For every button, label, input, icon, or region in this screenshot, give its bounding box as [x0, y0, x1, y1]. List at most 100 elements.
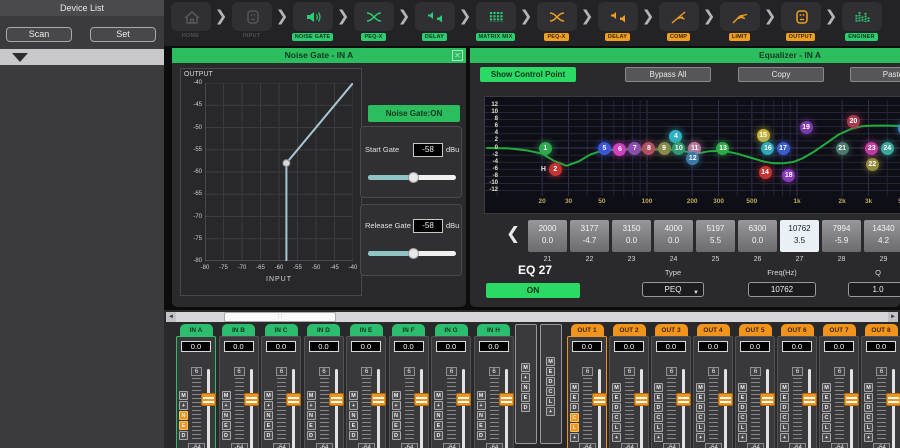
eq-control-point-17[interactable]: 17	[777, 142, 790, 155]
module-button-m[interactable]: M	[264, 391, 273, 400]
eq-control-point-16[interactable]: 16	[761, 142, 774, 155]
module-button-d[interactable]: D	[738, 403, 747, 412]
module-button-n[interactable]: N	[477, 411, 486, 420]
eq-control-point-7[interactable]: 7	[628, 142, 641, 155]
module-button-m[interactable]: M	[477, 391, 486, 400]
fader-handle[interactable]	[844, 393, 859, 406]
eq-control-point-13[interactable]: 13	[716, 142, 729, 155]
fader-track[interactable]	[640, 369, 643, 448]
nav-item-peq-x[interactable]: PEQ-X	[536, 2, 577, 41]
eq-control-point-19[interactable]: 19	[800, 121, 813, 134]
eq-type-dropdown[interactable]: PEQ ▼	[642, 282, 704, 297]
fader-handle[interactable]	[456, 393, 471, 406]
fader-handle[interactable]	[676, 393, 691, 406]
module-button-d[interactable]: D	[570, 403, 579, 412]
channel-gain-field[interactable]: 0.0	[740, 341, 770, 352]
start-gate-slider-knob[interactable]	[408, 172, 419, 183]
fader-handle[interactable]	[244, 393, 259, 406]
module-button-l[interactable]: L	[780, 423, 789, 432]
module-button-+[interactable]: +	[822, 433, 831, 442]
module-button-n[interactable]: N	[222, 411, 231, 420]
channel-tab[interactable]: IN H	[477, 324, 510, 336]
channel-gain-field[interactable]: 0.0	[479, 341, 509, 352]
eq-control-point-24[interactable]: 24	[881, 142, 894, 155]
module-button-e[interactable]: E	[654, 393, 663, 402]
module-button-+[interactable]: +	[307, 401, 316, 410]
module-button-e[interactable]: E	[392, 421, 401, 430]
module-button-m[interactable]: M	[307, 391, 316, 400]
module-button-d[interactable]: D	[477, 431, 486, 440]
module-button-l[interactable]: L	[654, 423, 663, 432]
band-cell-22[interactable]: 3177-4.7	[570, 220, 609, 252]
module-button-e[interactable]: E	[780, 393, 789, 402]
eq-toolbar-bypass-all[interactable]: Bypass All	[625, 67, 711, 82]
module-button-m[interactable]: M	[521, 363, 530, 372]
channel-gain-field[interactable]: 0.0	[309, 341, 339, 352]
module-button-d[interactable]: D	[392, 431, 401, 440]
channel-tab[interactable]: IN C	[265, 324, 298, 336]
module-button-+[interactable]: +	[864, 433, 873, 442]
band-cell-28[interactable]: 7994-5.9	[822, 220, 861, 252]
module-button-d[interactable]: D	[222, 431, 231, 440]
module-button-c[interactable]: C	[612, 413, 621, 422]
fader-handle[interactable]	[414, 393, 429, 406]
eq-control-point-15[interactable]: 15	[757, 129, 770, 142]
module-button-e[interactable]: E	[349, 421, 358, 430]
module-button-n[interactable]: N	[349, 411, 358, 420]
module-button-n[interactable]: N	[179, 411, 188, 420]
module-button-+[interactable]: +	[546, 407, 555, 416]
module-button-+[interactable]: +	[570, 433, 579, 442]
fader-track[interactable]	[682, 369, 685, 448]
fader-handle[interactable]	[718, 393, 733, 406]
eq-control-point-8[interactable]: 8	[642, 142, 655, 155]
module-button-+[interactable]: +	[612, 433, 621, 442]
eq-toolbar-show-control-point[interactable]: Show Control Point	[480, 67, 576, 82]
module-button-l[interactable]: L	[822, 423, 831, 432]
fader-handle[interactable]	[802, 393, 817, 406]
module-button-m[interactable]: M	[780, 383, 789, 392]
module-button-m[interactable]: M	[696, 383, 705, 392]
module-button-+[interactable]: +	[222, 401, 231, 410]
module-button-m[interactable]: M	[222, 391, 231, 400]
nav-item-matrix-mix[interactable]: MATRIX MIX	[475, 2, 516, 41]
eq-q-field[interactable]: 1.0	[848, 282, 900, 297]
eq-on-button[interactable]: ON	[486, 283, 580, 298]
module-button-+[interactable]: +	[179, 401, 188, 410]
module-button-m[interactable]: M	[864, 383, 873, 392]
module-button-c[interactable]: C	[780, 413, 789, 422]
module-button-m[interactable]: M	[612, 383, 621, 392]
fader-track[interactable]	[808, 369, 811, 448]
module-button-e[interactable]: E	[864, 393, 873, 402]
band-cell-26[interactable]: 63000.0	[738, 220, 777, 252]
eq-toolbar-paste[interactable]: Paste	[850, 67, 900, 82]
channel-tab[interactable]: OUT 7	[823, 324, 856, 336]
fader-handle[interactable]	[760, 393, 775, 406]
module-button-c[interactable]: C	[864, 413, 873, 422]
fader-handle[interactable]	[371, 393, 386, 406]
module-button-d[interactable]: D	[264, 431, 273, 440]
module-button-n[interactable]: N	[264, 411, 273, 420]
module-button-c[interactable]: C	[822, 413, 831, 422]
module-button-m[interactable]: M	[179, 391, 188, 400]
band-cell-25[interactable]: 51975.5	[696, 220, 735, 252]
channel-tab[interactable]: OUT 1	[571, 324, 604, 336]
device-list-expander[interactable]	[0, 49, 164, 65]
channel-tab[interactable]: OUT 6	[781, 324, 814, 336]
fader-track[interactable]	[292, 369, 295, 448]
nav-item-delay[interactable]: DELAY	[597, 2, 638, 41]
equalizer-graph[interactable]: 121086420-2-4-6-8-10-1220305010020030050…	[484, 96, 900, 214]
fader-track[interactable]	[207, 369, 210, 448]
module-button-e[interactable]: E	[822, 393, 831, 402]
module-button-+[interactable]: +	[264, 401, 273, 410]
module-button-m[interactable]: M	[570, 383, 579, 392]
release-gate-slider[interactable]	[368, 251, 456, 256]
module-button-e[interactable]: E	[307, 421, 316, 430]
eq-control-point-10[interactable]: 10	[672, 142, 685, 155]
module-button-e[interactable]: E	[570, 393, 579, 402]
channel-gain-field[interactable]: 0.0	[866, 341, 896, 352]
module-button-m[interactable]: M	[738, 383, 747, 392]
threshold-handle[interactable]	[283, 160, 290, 167]
nav-item-delay[interactable]: DELAY	[414, 2, 455, 41]
eq-control-point-22[interactable]: 22	[866, 158, 879, 171]
module-button-d[interactable]: D	[349, 431, 358, 440]
